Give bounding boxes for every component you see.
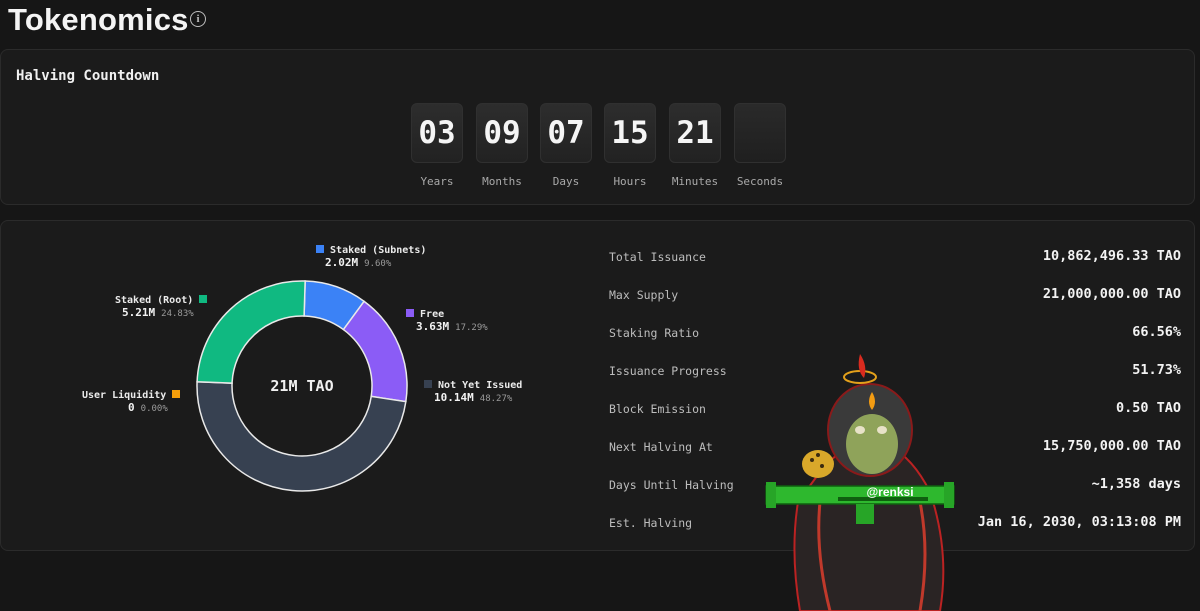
countdown-days: 07 Days — [540, 103, 592, 188]
stat-label: Issuance Progress — [609, 364, 727, 378]
legend-swatch — [316, 245, 324, 253]
stat-value: 21,000,000.00 TAO — [1042, 286, 1181, 302]
legend-name: User Liquidity — [82, 390, 167, 401]
legend-percent: 9.60% — [364, 259, 392, 269]
countdown-days-value: 07 — [540, 103, 592, 163]
legend-swatch — [199, 295, 208, 303]
countdown-seconds-label: Seconds — [736, 175, 784, 188]
countdown-minutes-value: 21 — [669, 103, 721, 163]
donut-slice-not-yet-issued[interactable] — [196, 380, 407, 492]
countdown-minutes: 21 Minutes — [669, 103, 721, 188]
legend-staked-subnets: Staked (Subnets) 2.02M 9.60% — [316, 245, 426, 270]
legend-percent: 17.29% — [455, 323, 488, 333]
stat-label: Staking Ratio — [609, 326, 700, 340]
stat-days-until-halving: Days Until Halving ~1,358 days — [609, 476, 1181, 514]
legend-user-liquidity: User Liquidity 0 0.00% — [67, 390, 181, 415]
countdown-days-label: Days — [552, 175, 580, 188]
countdown-seconds: Seconds — [734, 103, 786, 188]
countdown-seconds-value — [734, 103, 786, 163]
stat-value: 51.73% — [1132, 362, 1181, 378]
halving-countdown-card: Halving Countdown 03 Years 09 Months 07 … — [0, 49, 1195, 205]
stat-label: Days Until Halving — [609, 478, 734, 492]
stat-block-emission: Block Emission 0.50 TAO — [609, 400, 1181, 438]
legend-name: Free — [420, 309, 445, 320]
legend-swatch — [406, 309, 414, 317]
legend-name: Staked (Root) — [115, 295, 194, 306]
stat-label: Est. Halving — [609, 516, 693, 530]
legend-amount: 0 — [128, 401, 135, 414]
legend-amount: 5.21M — [122, 306, 156, 319]
stat-total-issuance: Total Issuance 10,862,496.33 TAO — [609, 248, 1181, 286]
stat-staking-ratio: Staking Ratio 66.56% — [609, 324, 1181, 362]
donut-slice-free[interactable] — [342, 300, 408, 403]
countdown-hours-value: 15 — [604, 103, 656, 163]
legend-amount: 3.63M — [416, 320, 450, 333]
info-icon[interactable]: i — [190, 11, 206, 27]
stat-est-halving: Est. Halving Jan 16, 2030, 03:13:08 PM — [609, 514, 1181, 552]
legend-percent: 24.83% — [161, 309, 194, 319]
legend-swatch — [172, 390, 181, 398]
legend-name: Not Yet Issued — [438, 380, 523, 391]
stat-value: ~1,358 days — [1091, 476, 1181, 492]
stat-label: Block Emission — [609, 402, 706, 416]
countdown-years-label: Years — [420, 175, 454, 188]
legend-amount: 2.02M — [325, 256, 359, 269]
stat-next-halving-at: Next Halving At 15,750,000.00 TAO — [609, 438, 1181, 476]
stat-value: 66.56% — [1132, 324, 1181, 340]
tokenomics-stats: Total Issuance 10,862,496.33 TAO Max Sup… — [609, 248, 1181, 552]
stat-label: Total Issuance — [609, 250, 706, 264]
countdown-title: Halving Countdown — [16, 68, 160, 84]
legend-amount: 10.14M — [434, 391, 474, 404]
countdown-months-label: Months — [482, 175, 522, 188]
stat-value: Jan 16, 2030, 03:13:08 PM — [977, 514, 1181, 530]
countdown-months: 09 Months — [476, 103, 528, 188]
legend-percent: 0.00% — [140, 404, 168, 414]
countdown-years-value: 03 — [411, 103, 463, 163]
countdown-years: 03 Years — [411, 103, 463, 188]
token-distribution-card: 21M TAO Staked (Subnets) 2.02M 9.60% Fre… — [0, 220, 1195, 551]
legend-swatch — [424, 380, 432, 388]
stat-label: Max Supply — [609, 288, 679, 302]
legend-free: Free 3.63M 17.29% — [406, 309, 488, 334]
donut-center-label: 21M TAO — [270, 377, 334, 395]
legend-name: Staked (Subnets) — [330, 245, 427, 256]
countdown-months-value: 09 — [476, 103, 528, 163]
supply-donut-chart: 21M TAO Staked (Subnets) 2.02M 9.60% Fre… — [1, 221, 591, 552]
countdown-minutes-label: Minutes — [671, 175, 719, 188]
donut-slice-staked-root[interactable] — [196, 280, 306, 384]
legend-not-yet-issued: Not Yet Issued 10.14M 48.27% — [424, 380, 522, 405]
stat-value: 10,862,496.33 TAO — [1042, 248, 1181, 264]
stat-value: 15,750,000.00 TAO — [1042, 438, 1181, 454]
stat-max-supply: Max Supply 21,000,000.00 TAO — [609, 286, 1181, 324]
legend-percent: 48.27% — [479, 394, 513, 404]
legend-staked-root: Staked (Root) 5.21M 24.83% — [115, 295, 208, 320]
page-title: Tokenomics — [8, 2, 189, 37]
stat-label: Next Halving At — [609, 440, 713, 454]
countdown-hours: 15 Hours — [604, 103, 656, 188]
stat-value: 0.50 TAO — [1115, 400, 1181, 416]
stat-issuance-progress: Issuance Progress 51.73% — [609, 362, 1181, 400]
countdown-hours-label: Hours — [613, 175, 647, 188]
